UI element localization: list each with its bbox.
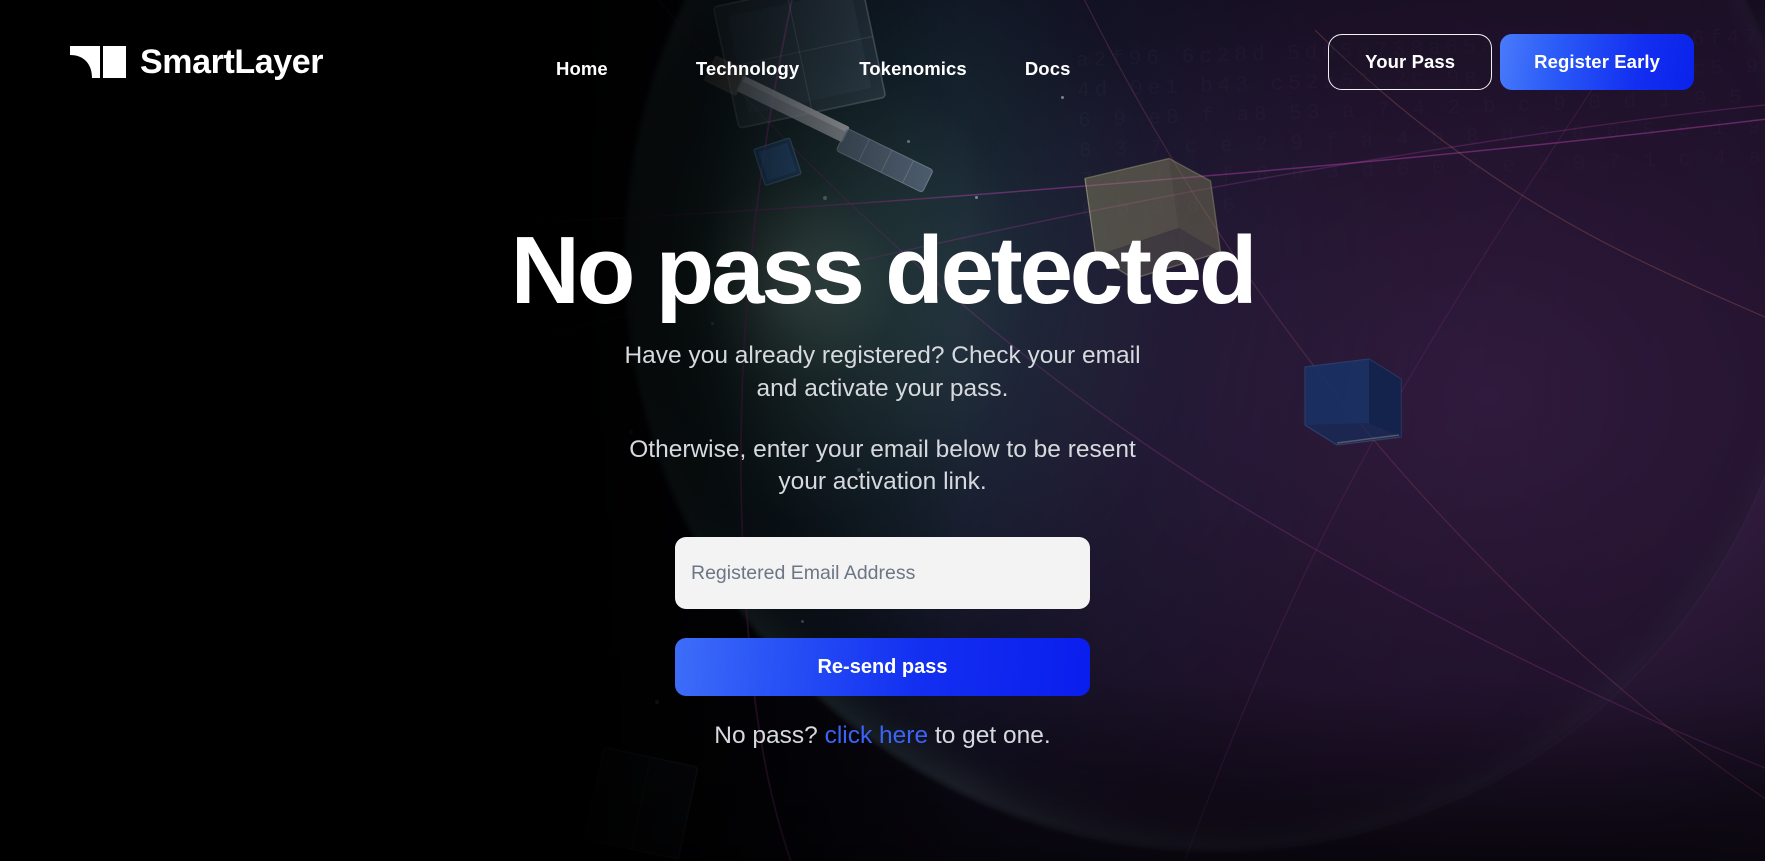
hero-paragraph-otherwise: Otherwise, enter your email below to be … [629,435,1136,496]
brand-logo[interactable]: SmartLayer [70,43,324,81]
hero-paragraph-registered: Have you already registered? Check your … [624,341,1141,402]
nav-item-docs[interactable]: Docs [1025,52,1071,86]
background-space-scene: a2f96 6c28d 5d05a738a65ac9 f6e0f1 06f47 … [505,0,1765,861]
no-pass-suffix: to get one. [928,722,1051,750]
click-here-link[interactable]: click here [825,722,928,749]
header-actions: Your Pass Register Early [1328,34,1694,90]
main-navigation: Home Technology Tokenomics Docs [556,52,1070,86]
email-input[interactable] [675,537,1090,610]
scene-bottom-fade [505,681,1765,861]
nav-item-home[interactable]: Home [556,52,608,86]
page-title: No pass detected [510,217,1258,324]
smartlayer-mark-icon [70,46,126,78]
no-pass-line: No pass? click here to get one. [714,722,1050,750]
star-speck [975,196,978,199]
brand-name: SmartLayer [140,43,324,81]
page-root: a2f96 6c28d 5d05a738a65ac9 f6e0f1 06f47 … [0,0,1765,861]
cube-debris-right-icon [1304,358,1402,446]
resend-pass-button[interactable]: Re-send pass [675,638,1090,697]
nav-item-technology[interactable]: Technology [696,52,799,86]
nav-item-tokenomics[interactable]: Tokenomics [859,52,967,86]
register-early-button[interactable]: Register Early [1500,34,1694,90]
site-header: SmartLayer Home Technology Tokenomics Do… [0,0,1765,120]
no-pass-prefix: No pass? [714,722,825,750]
your-pass-button[interactable]: Your Pass [1328,34,1493,90]
